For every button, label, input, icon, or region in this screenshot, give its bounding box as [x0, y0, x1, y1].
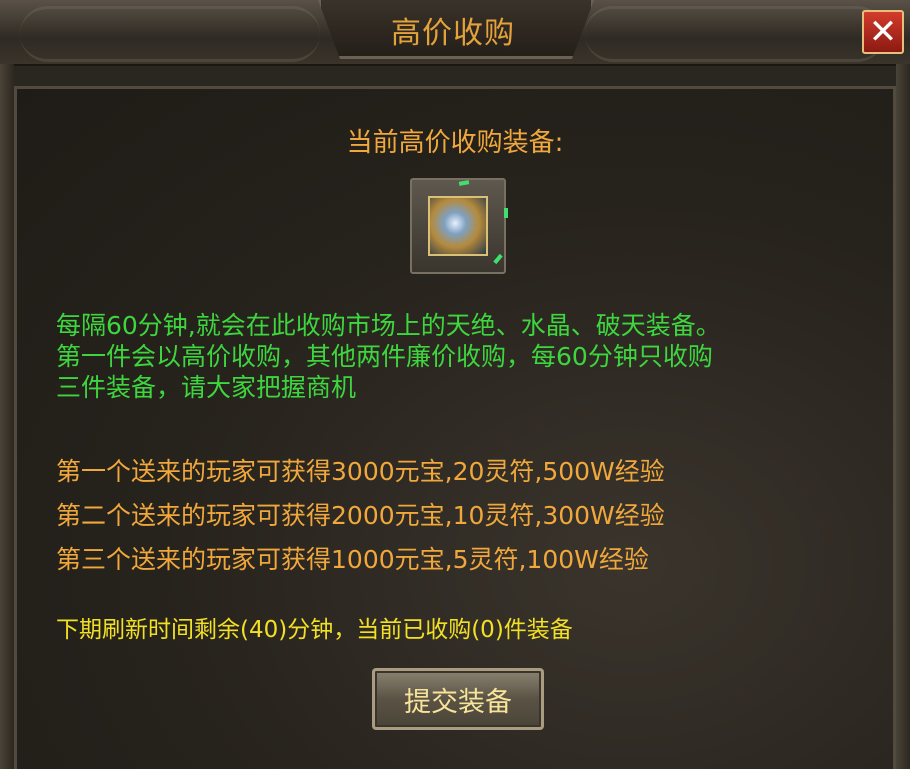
description-text: 每隔60分钟,就会在此收购市场上的天绝、水晶、破天装备。 第一件会以高价收购，其… — [56, 310, 866, 403]
reward-line-first: 第一个送来的玩家可获得3000元宝,20灵符,500W经验 — [56, 457, 665, 486]
refresh-timer-text: 下期刷新时间剩余(40)分钟，当前已收购(0)件装备 — [56, 617, 573, 643]
purchase-window: 高价收购 ✕ 当前高价收购装备: 每隔60分钟,就会在此收购市场上的天绝、水晶、… — [0, 0, 910, 769]
reward-line-third: 第三个送来的玩家可获得1000元宝,5灵符,100W经验 — [56, 545, 649, 574]
section-heading: 当前高价收购装备: — [346, 128, 564, 158]
frame-right — [896, 64, 910, 769]
sparkle-icon — [458, 180, 470, 186]
armor-item-icon — [428, 196, 488, 256]
window-title: 高价收购 — [391, 16, 515, 51]
sparkle-icon — [493, 253, 503, 265]
title-ornament-right — [585, 6, 885, 62]
description-line: 三件装备，请大家把握商机 — [56, 373, 357, 402]
title-ornament-left — [20, 6, 320, 62]
submit-equipment-button[interactable]: 提交装备 — [372, 668, 544, 730]
close-button[interactable]: ✕ — [862, 10, 904, 54]
title-bar: 高价收购 ✕ — [0, 0, 910, 66]
description-line: 第一件会以高价收购，其他两件廉价收购，每60分钟只收购 — [56, 342, 713, 371]
reward-line-second: 第二个送来的玩家可获得2000元宝,10灵符,300W经验 — [56, 501, 665, 530]
sparkle-icon — [504, 208, 508, 218]
description-line: 每隔60分钟,就会在此收购市场上的天绝、水晶、破天装备。 — [56, 311, 721, 340]
item-slot[interactable] — [410, 178, 508, 274]
frame-left — [0, 64, 14, 769]
close-icon: ✕ — [868, 12, 898, 52]
